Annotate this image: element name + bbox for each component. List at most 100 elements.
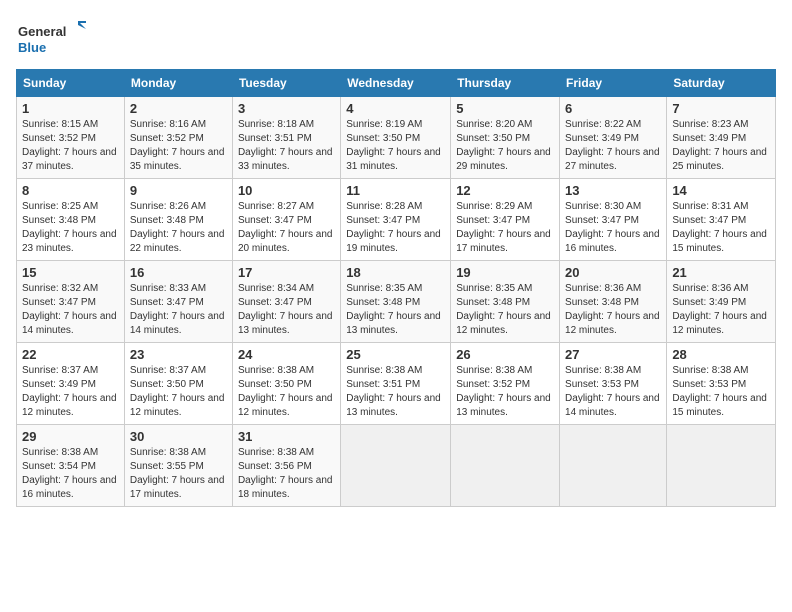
day-number: 1	[22, 101, 119, 116]
day-info: Sunrise: 8:26 AMSunset: 3:48 PMDaylight:…	[130, 200, 227, 256]
day-number: 17	[238, 265, 335, 280]
calendar-cell: 8 Sunrise: 8:25 AMSunset: 3:48 PMDaylight…	[17, 179, 125, 261]
day-info: Sunrise: 8:38 AMSunset: 3:56 PMDaylight:…	[238, 446, 335, 502]
day-number: 5	[456, 101, 554, 116]
col-header-sunday: Sunday	[17, 70, 125, 97]
day-info: Sunrise: 8:16 AMSunset: 3:52 PMDaylight:…	[130, 118, 227, 174]
day-info: Sunrise: 8:18 AMSunset: 3:51 PMDaylight:…	[238, 118, 335, 174]
calendar-cell: 20 Sunrise: 8:36 AMSunset: 3:48 PMDayligh…	[560, 261, 667, 343]
calendar-cell: 19Sunrise: 8:35 AMSunset: 3:48 PMDayligh…	[451, 261, 560, 343]
calendar-cell: 25Sunrise: 8:38 AMSunset: 3:51 PMDayligh…	[341, 343, 451, 425]
day-info: Sunrise: 8:38 AMSunset: 3:55 PMDaylight:…	[130, 446, 227, 502]
calendar-cell: 1 Sunrise: 8:15 AMSunset: 3:52 PMDaylight…	[17, 97, 125, 179]
calendar-cell: 4 Sunrise: 8:19 AMSunset: 3:50 PMDaylight…	[341, 97, 451, 179]
day-number: 24	[238, 347, 335, 362]
day-number: 13	[565, 183, 661, 198]
day-number: 29	[22, 429, 119, 444]
calendar-header-row: SundayMondayTuesdayWednesdayThursdayFrid…	[17, 70, 776, 97]
day-info: Sunrise: 8:27 AMSunset: 3:47 PMDaylight:…	[238, 200, 335, 256]
day-info: Sunrise: 8:23 AMSunset: 3:49 PMDaylight:…	[672, 118, 770, 174]
day-number: 22	[22, 347, 119, 362]
day-info: Sunrise: 8:38 AMSunset: 3:51 PMDaylight:…	[346, 364, 445, 420]
calendar-cell: 7Sunrise: 8:23 AMSunset: 3:49 PMDaylight…	[667, 97, 776, 179]
calendar-week-row: 29 Sunrise: 8:38 AMSunset: 3:54 PMDayligh…	[17, 425, 776, 507]
calendar-cell: 2 Sunrise: 8:16 AMSunset: 3:52 PMDaylight…	[124, 97, 232, 179]
day-number: 15	[22, 265, 119, 280]
day-number: 31	[238, 429, 335, 444]
calendar-week-row: 22 Sunrise: 8:37 AMSunset: 3:49 PMDayligh…	[17, 343, 776, 425]
day-number: 20	[565, 265, 661, 280]
day-info: Sunrise: 8:35 AMSunset: 3:48 PMDaylight:…	[346, 282, 445, 338]
logo-svg: General Blue	[16, 16, 86, 61]
day-info: Sunrise: 8:30 AMSunset: 3:47 PMDaylight:…	[565, 200, 661, 256]
svg-text:Blue: Blue	[18, 40, 46, 55]
day-number: 8	[22, 183, 119, 198]
calendar-cell: 14 Sunrise: 8:31 AMSunset: 3:47 PMDayligh…	[667, 179, 776, 261]
calendar-week-row: 1 Sunrise: 8:15 AMSunset: 3:52 PMDaylight…	[17, 97, 776, 179]
calendar-cell	[560, 425, 667, 507]
day-info: Sunrise: 8:36 AMSunset: 3:48 PMDaylight:…	[565, 282, 661, 338]
calendar-cell: 27 Sunrise: 8:38 AMSunset: 3:53 PMDayligh…	[560, 343, 667, 425]
day-number: 14	[672, 183, 770, 198]
calendar-cell: 16 Sunrise: 8:33 AMSunset: 3:47 PMDayligh…	[124, 261, 232, 343]
day-info: Sunrise: 8:20 AMSunset: 3:50 PMDaylight:…	[456, 118, 554, 174]
calendar-cell: 22 Sunrise: 8:37 AMSunset: 3:49 PMDayligh…	[17, 343, 125, 425]
day-number: 6	[565, 101, 661, 116]
calendar-cell	[667, 425, 776, 507]
col-header-saturday: Saturday	[667, 70, 776, 97]
col-header-monday: Monday	[124, 70, 232, 97]
day-info: Sunrise: 8:28 AMSunset: 3:47 PMDaylight:…	[346, 200, 445, 256]
calendar-cell: 17 Sunrise: 8:34 AMSunset: 3:47 PMDayligh…	[232, 261, 340, 343]
day-info: Sunrise: 8:37 AMSunset: 3:49 PMDaylight:…	[22, 364, 119, 420]
calendar-cell: 21Sunrise: 8:36 AMSunset: 3:49 PMDayligh…	[667, 261, 776, 343]
day-info: Sunrise: 8:33 AMSunset: 3:47 PMDaylight:…	[130, 282, 227, 338]
day-number: 30	[130, 429, 227, 444]
day-number: 18	[346, 265, 445, 280]
calendar-table: SundayMondayTuesdayWednesdayThursdayFrid…	[16, 69, 776, 507]
col-header-wednesday: Wednesday	[341, 70, 451, 97]
day-number: 23	[130, 347, 227, 362]
logo: General Blue	[16, 16, 86, 61]
day-info: Sunrise: 8:34 AMSunset: 3:47 PMDaylight:…	[238, 282, 335, 338]
calendar-cell: 28Sunrise: 8:38 AMSunset: 3:53 PMDayligh…	[667, 343, 776, 425]
calendar-week-row: 15 Sunrise: 8:32 AMSunset: 3:47 PMDayligh…	[17, 261, 776, 343]
calendar-cell: 26 Sunrise: 8:38 AMSunset: 3:52 PMDayligh…	[451, 343, 560, 425]
calendar-cell: 29 Sunrise: 8:38 AMSunset: 3:54 PMDayligh…	[17, 425, 125, 507]
col-header-friday: Friday	[560, 70, 667, 97]
day-info: Sunrise: 8:19 AMSunset: 3:50 PMDaylight:…	[346, 118, 445, 174]
calendar-cell: 3 Sunrise: 8:18 AMSunset: 3:51 PMDaylight…	[232, 97, 340, 179]
calendar-cell: 13 Sunrise: 8:30 AMSunset: 3:47 PMDayligh…	[560, 179, 667, 261]
day-info: Sunrise: 8:31 AMSunset: 3:47 PMDaylight:…	[672, 200, 770, 256]
day-number: 10	[238, 183, 335, 198]
day-number: 26	[456, 347, 554, 362]
day-info: Sunrise: 8:25 AMSunset: 3:48 PMDaylight:…	[22, 200, 119, 256]
svg-text:General: General	[18, 24, 66, 39]
day-info: Sunrise: 8:15 AMSunset: 3:52 PMDaylight:…	[22, 118, 119, 174]
day-number: 2	[130, 101, 227, 116]
calendar-cell: 18 Sunrise: 8:35 AMSunset: 3:48 PMDayligh…	[341, 261, 451, 343]
day-info: Sunrise: 8:38 AMSunset: 3:52 PMDaylight:…	[456, 364, 554, 420]
day-number: 16	[130, 265, 227, 280]
calendar-cell: 10 Sunrise: 8:27 AMSunset: 3:47 PMDayligh…	[232, 179, 340, 261]
day-number: 3	[238, 101, 335, 116]
day-info: Sunrise: 8:38 AMSunset: 3:53 PMDaylight:…	[565, 364, 661, 420]
day-info: Sunrise: 8:29 AMSunset: 3:47 PMDaylight:…	[456, 200, 554, 256]
day-number: 27	[565, 347, 661, 362]
day-number: 4	[346, 101, 445, 116]
calendar-cell	[341, 425, 451, 507]
day-number: 21	[672, 265, 770, 280]
day-info: Sunrise: 8:22 AMSunset: 3:49 PMDaylight:…	[565, 118, 661, 174]
day-info: Sunrise: 8:38 AMSunset: 3:53 PMDaylight:…	[672, 364, 770, 420]
calendar-cell: 6 Sunrise: 8:22 AMSunset: 3:49 PMDaylight…	[560, 97, 667, 179]
day-info: Sunrise: 8:32 AMSunset: 3:47 PMDaylight:…	[22, 282, 119, 338]
calendar-cell: 30 Sunrise: 8:38 AMSunset: 3:55 PMDayligh…	[124, 425, 232, 507]
day-number: 11	[346, 183, 445, 198]
day-info: Sunrise: 8:38 AMSunset: 3:54 PMDaylight:…	[22, 446, 119, 502]
calendar-cell: 15 Sunrise: 8:32 AMSunset: 3:47 PMDayligh…	[17, 261, 125, 343]
calendar-cell: 23Sunrise: 8:37 AMSunset: 3:50 PMDayligh…	[124, 343, 232, 425]
col-header-thursday: Thursday	[451, 70, 560, 97]
calendar-cell: 12 Sunrise: 8:29 AMSunset: 3:47 PMDayligh…	[451, 179, 560, 261]
day-number: 9	[130, 183, 227, 198]
day-number: 12	[456, 183, 554, 198]
day-number: 19	[456, 265, 554, 280]
